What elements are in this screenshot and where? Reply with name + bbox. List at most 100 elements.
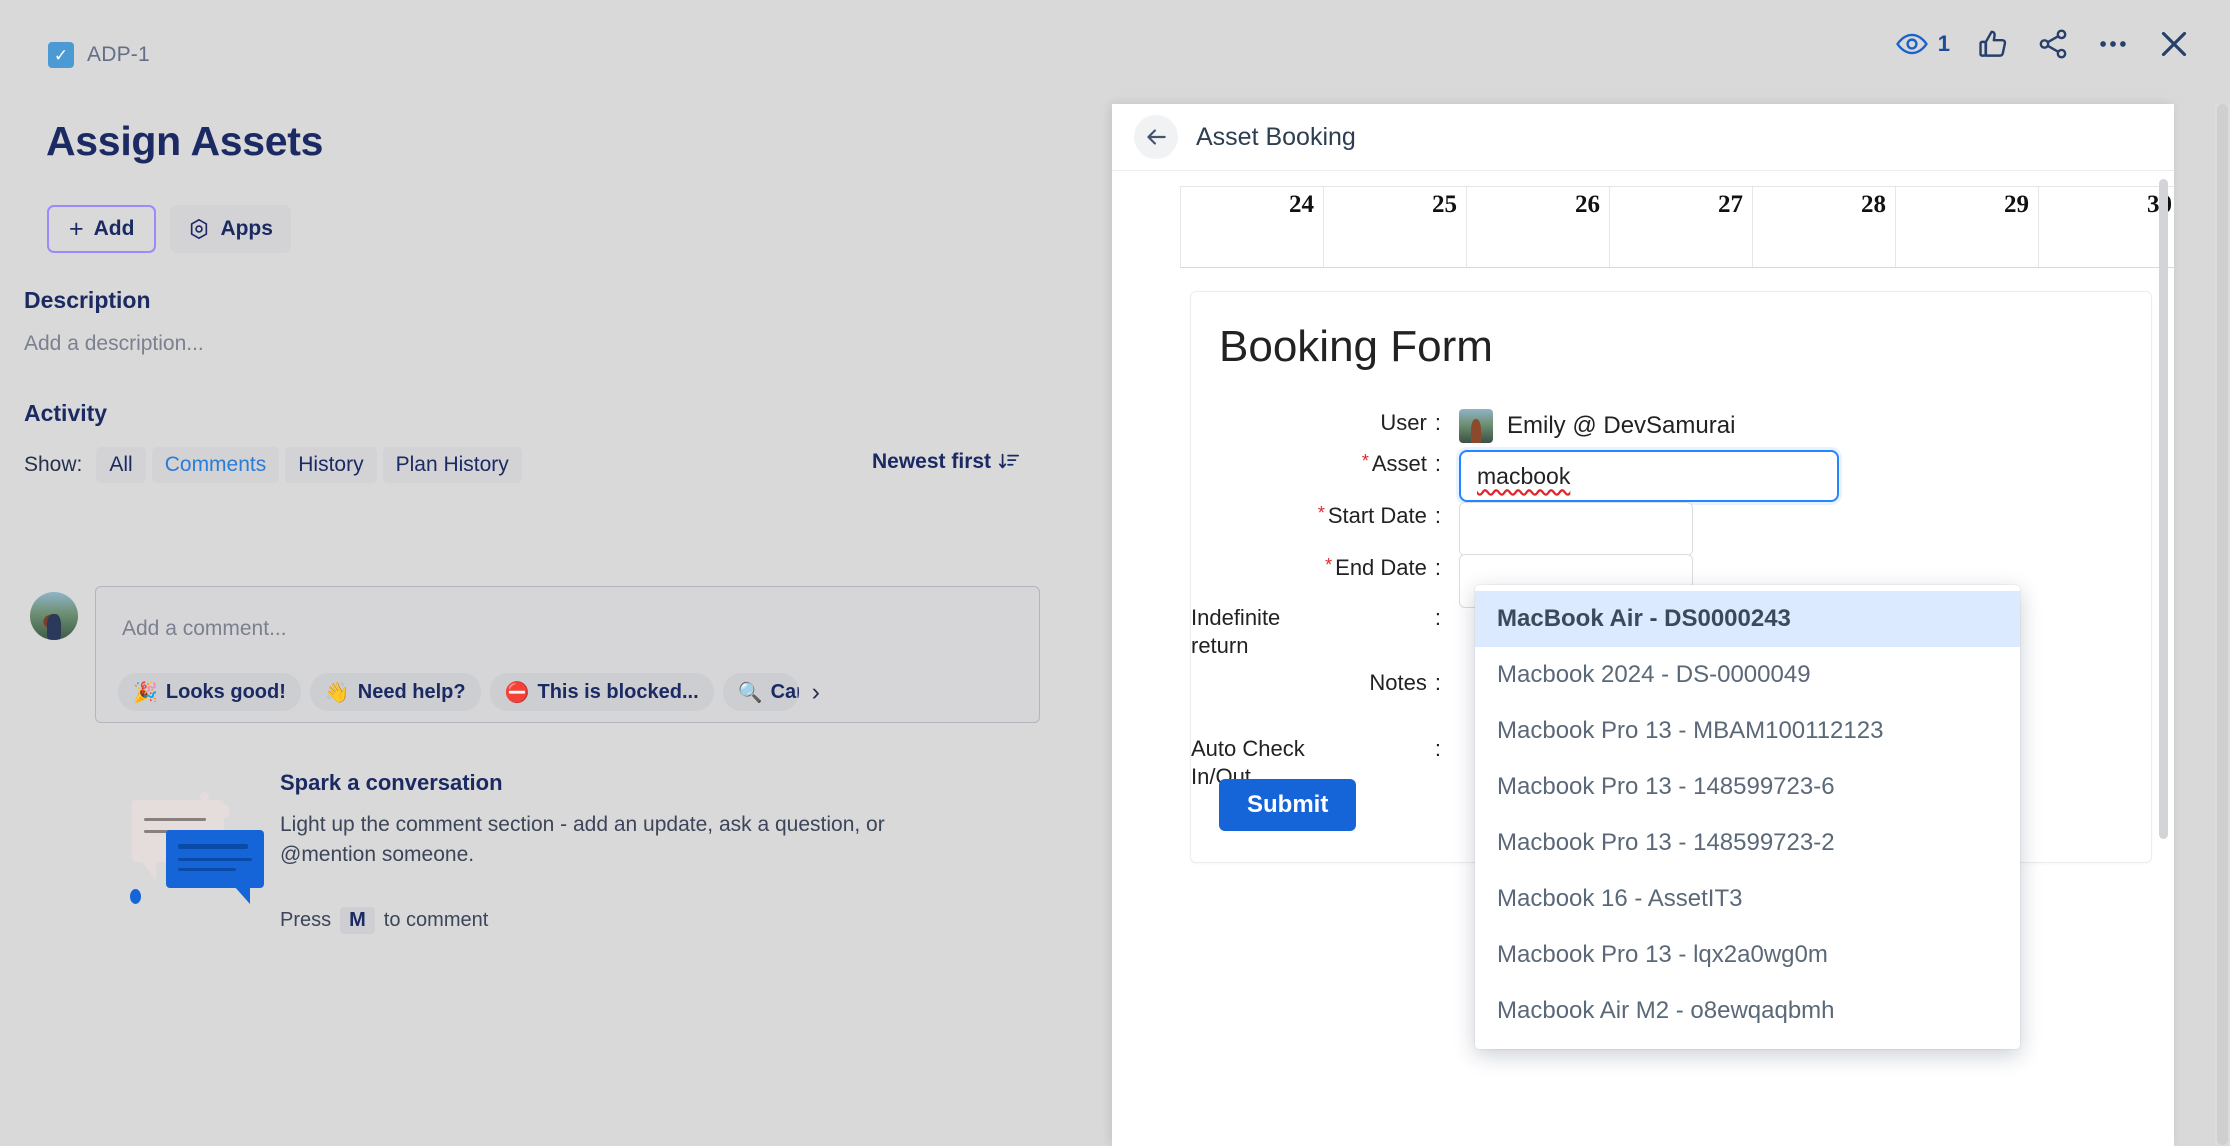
sort-order-toggle[interactable]: Newest first	[872, 450, 1020, 474]
dropdown-option[interactable]: Macbook 2024 - DS-0000049	[1475, 647, 2020, 703]
party-popper-icon: 🎉	[133, 680, 158, 705]
dropdown-option[interactable]: Macbook 16 - AssetIT3	[1475, 871, 2020, 927]
quick-reply-label: Need help?	[358, 681, 466, 704]
filter-plan-history[interactable]: Plan History	[383, 447, 522, 483]
filter-history[interactable]: History	[285, 447, 376, 483]
dropdown-option[interactable]: Macbook Pro 13 - 148599723-2	[1475, 815, 2020, 871]
label-colon: :	[1435, 735, 1441, 790]
conversation-illustration	[128, 786, 256, 894]
plus-icon: +	[69, 217, 84, 242]
required-indicator: *	[1318, 503, 1325, 523]
calendar-day-number: 26	[1575, 191, 1600, 219]
avatar	[30, 592, 78, 640]
issue-key[interactable]: ADP-1	[87, 43, 150, 67]
quick-reply-can-you[interactable]: 🔍 Can y	[723, 673, 799, 711]
empty-state-text: Spark a conversation Light up the commen…	[280, 770, 968, 934]
page-title: Assign Assets	[46, 118, 323, 165]
apps-icon	[188, 218, 210, 240]
arrow-left-icon	[1143, 124, 1169, 150]
calendar-day-cell[interactable]: 30	[2039, 187, 2174, 267]
calendar-day-number: 24	[1289, 191, 1314, 219]
calendar-day-cell[interactable]: 29	[1896, 187, 2039, 267]
calendar-day-cell[interactable]: 25	[1324, 187, 1467, 267]
add-button-label: Add	[94, 217, 135, 241]
required-indicator: *	[1325, 555, 1332, 575]
description-placeholder[interactable]: Add a description...	[24, 332, 204, 356]
comment-input-placeholder[interactable]: Add a comment...	[122, 617, 287, 641]
dropdown-option[interactable]: Macbook Pro 13 - MBAM100112123	[1475, 703, 2020, 759]
filter-comments[interactable]: Comments	[152, 447, 280, 483]
panel-body: 24 25 26 27 28 29 30 Booking Form User: …	[1112, 171, 2174, 1146]
notes-field-label: Notes:	[1191, 669, 1441, 697]
calendar-day-cell[interactable]: 26	[1467, 187, 1610, 267]
quick-reply-label: Can y	[771, 681, 799, 704]
asset-field-label: *Asset:	[1191, 450, 1441, 478]
end-date-label-text: End Date	[1335, 555, 1427, 580]
watch-control[interactable]: 1	[1895, 27, 1950, 61]
eye-icon	[1895, 27, 1929, 61]
no-entry-icon: ⛔	[505, 680, 530, 705]
user-label-text: User	[1380, 410, 1426, 435]
filter-all[interactable]: All	[96, 447, 145, 483]
press-prefix: Press	[280, 909, 331, 932]
page-scrollbar-thumb[interactable]	[2217, 104, 2228, 1145]
user-field-label: User:	[1191, 409, 1441, 437]
dropdown-option[interactable]: Macbook Air M2 - o8ewqaqbmh	[1475, 983, 2020, 1039]
page-scrollbar[interactable]	[2215, 104, 2230, 1145]
quick-reply-blocked[interactable]: ⛔ This is blocked...	[490, 673, 714, 711]
panel-header: Asset Booking	[1112, 104, 2174, 171]
chevron-right-icon[interactable]: ›	[808, 678, 820, 707]
quick-reply-need-help[interactable]: 👋 Need help?	[310, 673, 481, 711]
dropdown-option[interactable]: Macbook Pro 13 - lqx2a0wg0m	[1475, 927, 2020, 983]
panel-scrollbar-thumb[interactable]	[2159, 179, 2168, 839]
watch-count: 1	[1938, 31, 1950, 57]
panel-scrollbar[interactable]	[2159, 179, 2168, 1139]
quick-reply-chips: 🎉 Looks good! 👋 Need help? ⛔ This is blo…	[118, 673, 820, 711]
notes-label-text: Notes	[1369, 670, 1426, 695]
sort-order-label: Newest first	[872, 450, 991, 474]
calendar-day-cell[interactable]: 24	[1181, 187, 1324, 267]
comments-empty-state: Spark a conversation Light up the commen…	[128, 770, 968, 934]
dropdown-option[interactable]: Macbook Pro 13 - 148599723-6	[1475, 759, 2020, 815]
issue-toolbar: 1	[1895, 26, 2192, 62]
press-suffix: to comment	[384, 909, 488, 932]
comment-composer[interactable]: Add a comment... 🎉 Looks good! 👋 Need he…	[95, 586, 1040, 723]
quick-reply-looks-good[interactable]: 🎉 Looks good!	[118, 673, 301, 711]
field-row-notes: Notes:	[1191, 669, 1459, 697]
end-date-field-label: *End Date:	[1191, 554, 1441, 582]
close-icon[interactable]	[2156, 26, 2192, 62]
add-button[interactable]: + Add	[47, 205, 156, 253]
calendar-day-cell[interactable]: 28	[1753, 187, 1896, 267]
description-heading: Description	[24, 287, 151, 314]
label-colon: :	[1435, 503, 1441, 528]
submit-button[interactable]: Submit	[1219, 779, 1356, 831]
keyboard-key-m: M	[340, 907, 375, 934]
label-colon: :	[1435, 670, 1441, 695]
user-field-value: Emily @ DevSamurai	[1459, 409, 1735, 443]
indefinite-return-label-text: Indefinite return	[1191, 604, 1341, 659]
issue-action-row: + Add Apps	[47, 205, 291, 253]
magnifier-icon: 🔍	[738, 680, 763, 705]
quick-reply-label: This is blocked...	[538, 681, 699, 704]
field-row-start-date: *Start Date:	[1191, 502, 1693, 556]
apps-button[interactable]: Apps	[170, 205, 291, 253]
back-button[interactable]	[1134, 115, 1178, 159]
calendar-day-cell[interactable]: 27	[1610, 187, 1753, 267]
show-label: Show:	[24, 453, 82, 477]
asset-input-value: macbook	[1477, 463, 1570, 490]
field-row-user: User: Emily @ DevSamurai	[1191, 409, 1735, 443]
start-date-input[interactable]	[1459, 502, 1693, 556]
asset-search-input[interactable]: macbook	[1459, 450, 1839, 502]
share-icon[interactable]	[2036, 27, 2070, 61]
label-colon: :	[1435, 604, 1441, 659]
asset-field-value: macbook	[1459, 450, 1839, 502]
label-colon: :	[1435, 555, 1441, 580]
booking-form-card: Booking Form User: Emily @ DevSamurai *A…	[1190, 291, 2152, 863]
sort-descending-icon	[998, 451, 1020, 473]
asset-autocomplete-dropdown: MacBook Air - DS0000243 Macbook 2024 - D…	[1475, 585, 2020, 1049]
panel-title: Asset Booking	[1196, 123, 1356, 152]
required-indicator: *	[1362, 451, 1369, 471]
dropdown-option[interactable]: MacBook Air - DS0000243	[1475, 591, 2020, 647]
more-options-icon[interactable]	[2096, 27, 2130, 61]
thumbs-up-icon[interactable]	[1976, 27, 2010, 61]
